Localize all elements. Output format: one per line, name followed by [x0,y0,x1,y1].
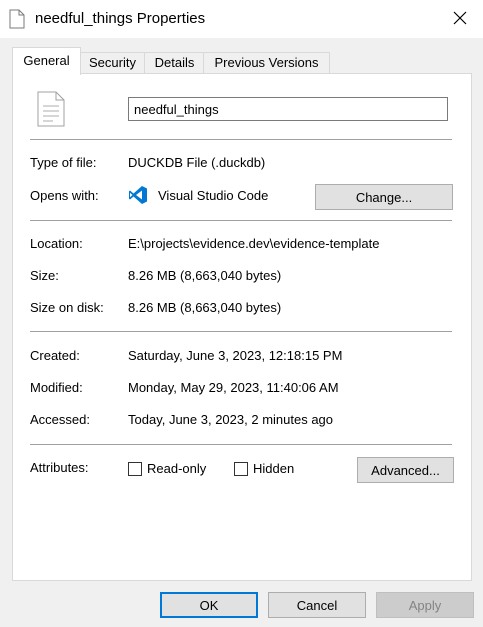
hidden-checkbox[interactable] [234,462,248,476]
separator [30,331,452,332]
size-on-disk-value: 8.26 MB (8,663,040 bytes) [128,300,282,315]
apply-button-label: Apply [408,597,442,613]
change-button[interactable]: Change... [315,184,453,210]
created-value: Saturday, June 3, 2023, 12:18:15 PM [128,348,343,363]
tab-label: Previous Versions [214,55,319,70]
location-label: Location: [30,236,83,251]
opens-with-app: Visual Studio Code [158,188,269,203]
separator [30,220,452,221]
accessed-label: Accessed: [30,412,90,427]
size-label: Size: [30,268,59,283]
file-type-icon [37,91,65,130]
tab-label: Security [89,55,136,70]
ok-button[interactable]: OK [160,592,258,618]
window-title: needful_things Properties [35,10,206,27]
type-value: DUCKDB File (.duckdb) [128,155,266,170]
tab-label: General [23,53,70,68]
tab-general[interactable]: General [12,47,81,75]
cancel-button-label: Cancel [296,597,338,613]
separator [30,444,452,445]
readonly-checkbox[interactable] [128,462,142,476]
apply-button[interactable]: Apply [376,592,474,618]
separator [30,139,452,140]
vscode-icon [128,185,148,208]
close-icon [453,11,467,28]
modified-value: Monday, May 29, 2023, 11:40:06 AM [128,380,339,395]
advanced-button-label: Advanced... [371,462,440,478]
accessed-value: Today, June 3, 2023, 2 minutes ago [128,412,334,427]
close-button[interactable] [437,0,483,38]
tab-details[interactable]: Details [144,52,205,73]
document-icon [9,9,25,29]
readonly-label[interactable]: Read-only [147,461,206,476]
created-label: Created: [30,348,80,363]
advanced-button[interactable]: Advanced... [357,457,454,483]
modified-label: Modified: [30,380,83,395]
general-panel: Type of file: DUCKDB File (.duckdb) Open… [12,73,472,581]
hidden-label[interactable]: Hidden [253,461,294,476]
size-value: 8.26 MB (8,663,040 bytes) [128,268,282,283]
change-button-label: Change... [355,189,413,205]
tab-security[interactable]: Security [79,52,146,73]
title-bar: needful_things Properties [0,0,483,38]
attributes-label: Attributes: [30,460,89,475]
file-name-input[interactable] [128,97,448,121]
tab-label: Details [154,55,195,70]
type-label: Type of file: [30,155,97,170]
location-value: E:\projects\evidence.dev\evidence-templa… [128,236,380,251]
size-on-disk-label: Size on disk: [30,300,104,315]
opens-with-label: Opens with: [30,188,99,203]
ok-button-label: OK [199,597,219,613]
cancel-button[interactable]: Cancel [268,592,366,618]
tab-previous-versions[interactable]: Previous Versions [203,52,330,73]
